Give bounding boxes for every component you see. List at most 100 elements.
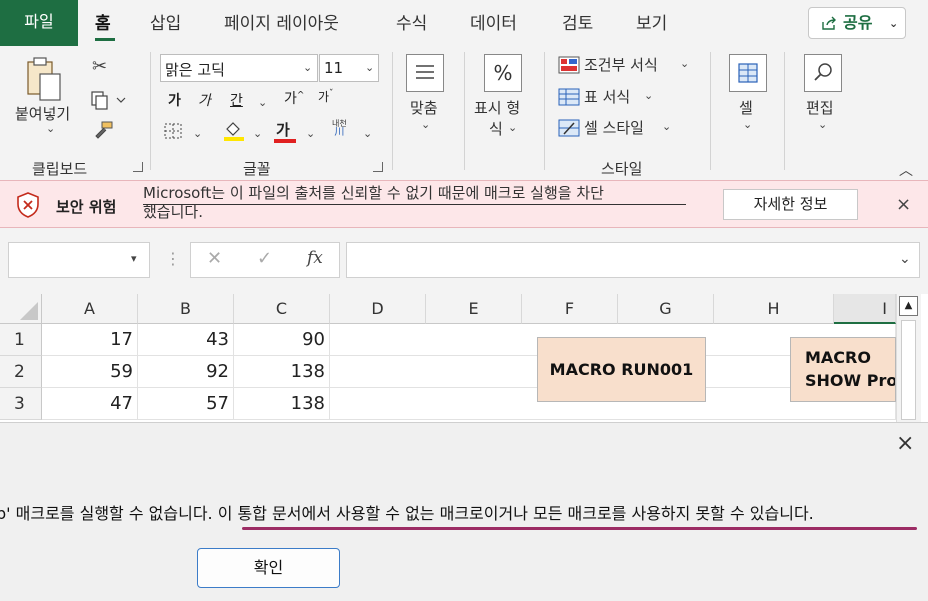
editing-chevron-icon[interactable]: ⌄ — [818, 118, 827, 131]
editing-label: 편집 — [806, 99, 834, 117]
cell-c3[interactable]: 138 — [234, 388, 330, 420]
font-shrink-button[interactable]: 가ˇ — [318, 88, 334, 105]
formula-input[interactable]: ⌄ — [346, 242, 920, 278]
font-grow-button[interactable]: 가^ — [284, 88, 304, 108]
cells-icon — [738, 63, 758, 83]
macro-show-line2: SHOW Prog — [805, 371, 895, 390]
column-header-a[interactable]: A — [42, 294, 138, 324]
macro-show-line1: MACRO — [805, 348, 871, 367]
vertical-scrollbar[interactable]: ▲ — [896, 294, 921, 424]
column-header-h[interactable]: H — [714, 294, 834, 324]
chevron-down-icon: ⌄ — [662, 120, 672, 133]
italic-button[interactable]: 가 — [198, 90, 211, 110]
share-label: 공유 — [843, 13, 873, 32]
font-name-value: 맑은 고딕 — [165, 61, 225, 79]
alignment-chevron-icon[interactable]: ⌄ — [421, 118, 430, 131]
active-tab-indicator — [95, 38, 115, 41]
alignment-label: 맞춤 — [410, 99, 438, 117]
copy-button[interactable] — [90, 90, 126, 114]
tab-file[interactable]: 파일 — [0, 0, 78, 46]
paste-button[interactable] — [22, 56, 66, 102]
font-color-button[interactable]: 가 — [274, 119, 296, 143]
underline-chevron-icon[interactable]: ⌄ — [258, 96, 267, 109]
select-all-corner[interactable] — [0, 294, 42, 324]
cell-a3[interactable]: 47 — [42, 388, 138, 420]
security-message[interactable]: Microsoft는 이 파일의 출처를 신뢰할 수 없기 때문에 매크로 실행… — [143, 184, 703, 222]
tab-data[interactable]: 데이터 — [470, 0, 517, 48]
macro-show-button[interactable]: MACRO SHOW Prog — [790, 337, 896, 402]
name-box[interactable]: ▾ — [8, 242, 150, 278]
cell-b2[interactable]: 92 — [138, 356, 234, 388]
macro-run-button[interactable]: MACRO RUN001 — [537, 337, 706, 402]
cell-a2[interactable]: 59 — [42, 356, 138, 388]
editing-button[interactable] — [804, 54, 842, 92]
phonetic-button[interactable]: 내천 川 — [332, 119, 347, 138]
cell-b1[interactable]: 43 — [138, 324, 234, 356]
clipboard-launcher-icon[interactable] — [133, 162, 143, 172]
enter-icon[interactable]: ✓ — [257, 248, 272, 269]
dialog-close-icon[interactable]: × — [896, 431, 914, 456]
formula-bar-grip-icon[interactable]: ⋮ — [165, 249, 181, 268]
fill-color-chevron-icon[interactable]: ⌄ — [253, 127, 262, 140]
collapse-ribbon-icon[interactable]: ︿ — [899, 160, 913, 180]
ribbon-separator — [150, 52, 151, 170]
paste-chevron-icon[interactable]: ⌄ — [46, 122, 55, 135]
row-header-3[interactable]: 3 — [0, 388, 42, 420]
bold-button[interactable]: 가 — [168, 90, 181, 110]
phonetic-chevron-icon[interactable]: ⌄ — [363, 127, 372, 140]
font-size-value: 11 — [324, 59, 344, 77]
tab-formulas[interactable]: 수식 — [396, 0, 427, 48]
column-header-i[interactable]: I — [834, 294, 896, 324]
chevron-down-icon: ⌄ — [303, 61, 313, 74]
scroll-up-icon[interactable]: ▲ — [899, 296, 918, 316]
insert-function-icon[interactable]: fx — [307, 248, 323, 268]
font-color-chevron-icon[interactable]: ⌄ — [306, 127, 315, 140]
column-header-g[interactable]: G — [618, 294, 714, 324]
cell-c1[interactable]: 90 — [234, 324, 330, 356]
number-format-label-1: 표시 형 — [474, 99, 521, 117]
fill-color-button[interactable] — [223, 120, 245, 146]
cell-c2[interactable]: 138 — [234, 356, 330, 388]
expand-formula-bar-icon[interactable]: ⌄ — [899, 251, 911, 267]
chevron-down-icon[interactable]: ▾ — [131, 252, 137, 265]
column-header-f[interactable]: F — [522, 294, 618, 324]
font-size-dropdown[interactable]: 11 ⌄ — [319, 54, 379, 82]
cut-icon[interactable]: ✂ — [92, 56, 107, 77]
security-message-line1[interactable]: Microsoft는 이 파일의 출처를 신뢰할 수 없기 때문에 매크로 실행… — [143, 184, 703, 203]
close-security-bar-icon[interactable]: × — [896, 194, 911, 215]
ok-button[interactable]: 확인 — [197, 548, 340, 588]
column-header-d[interactable]: D — [330, 294, 426, 324]
column-header-c[interactable]: C — [234, 294, 330, 324]
styles-group-label: 스타일 — [601, 160, 643, 178]
format-painter-button[interactable] — [92, 120, 114, 144]
tab-page-layout[interactable]: 페이지 레이아웃 — [224, 0, 339, 48]
font-launcher-icon[interactable] — [373, 162, 383, 172]
percent-icon[interactable]: % — [484, 54, 522, 92]
scrollbar-thumb[interactable] — [901, 320, 916, 420]
number-format-chevron-icon[interactable]: ⌄ — [508, 121, 517, 134]
learn-more-button[interactable]: 자세한 정보 — [723, 189, 858, 220]
column-header-b[interactable]: B — [138, 294, 234, 324]
underline-button[interactable]: 간 — [230, 90, 243, 110]
font-name-dropdown[interactable]: 맑은 고딕 ⌄ — [160, 54, 318, 82]
cells-chevron-icon[interactable]: ⌄ — [743, 118, 752, 131]
cell-b3[interactable]: 57 — [138, 388, 234, 420]
security-message-line2: 했습니다. — [143, 203, 203, 221]
border-button[interactable] — [163, 122, 183, 144]
row-header-2[interactable]: 2 — [0, 356, 42, 388]
dialog-message-highlight — [242, 527, 917, 530]
ribbon-tab-bar — [0, 0, 928, 48]
alignment-button[interactable] — [406, 54, 444, 92]
tab-view[interactable]: 보기 — [636, 0, 667, 48]
row-header-1[interactable]: 1 — [0, 324, 42, 356]
clipboard-group-label: 클립보드 — [32, 160, 88, 178]
cancel-icon[interactable]: ✕ — [207, 248, 222, 269]
cells-button[interactable] — [729, 54, 767, 92]
tab-insert[interactable]: 삽입 — [150, 0, 181, 48]
share-button[interactable]: 공유 ⌄ — [808, 7, 906, 39]
search-icon — [814, 63, 832, 81]
border-chevron-icon[interactable]: ⌄ — [193, 127, 202, 140]
column-header-e[interactable]: E — [426, 294, 522, 324]
cell-a1[interactable]: 17 — [42, 324, 138, 356]
tab-review[interactable]: 검토 — [562, 0, 593, 48]
